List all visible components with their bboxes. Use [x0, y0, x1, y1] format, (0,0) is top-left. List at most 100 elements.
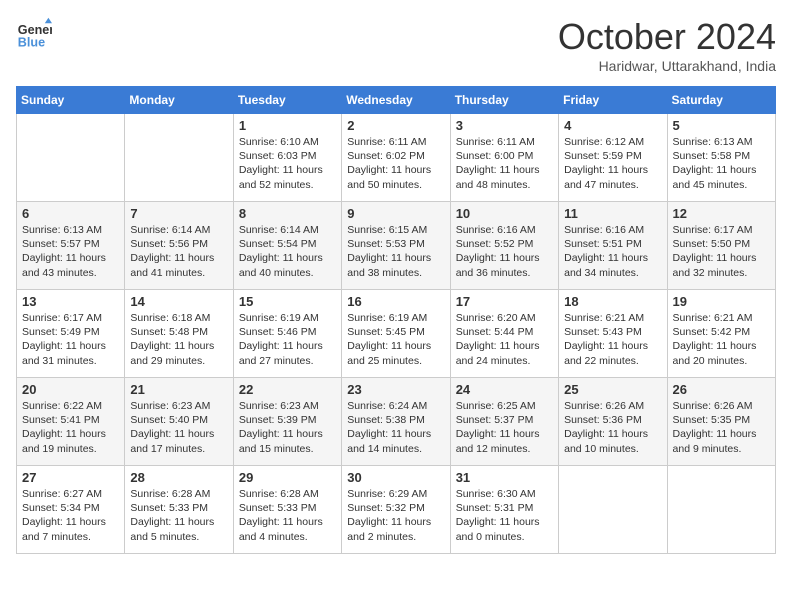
calendar-cell: 9 Sunrise: 6:15 AM Sunset: 5:53 PM Daylig…: [342, 202, 450, 290]
day-info: Sunrise: 6:23 AM Sunset: 5:40 PM Dayligh…: [130, 399, 227, 456]
title-block: October 2024 Haridwar, Uttarakhand, Indi…: [558, 16, 776, 74]
day-number: 17: [456, 294, 553, 309]
day-number: 22: [239, 382, 336, 397]
day-number: 7: [130, 206, 227, 221]
calendar-cell: 28 Sunrise: 6:28 AM Sunset: 5:33 PM Dayli…: [125, 466, 233, 554]
day-number: 3: [456, 118, 553, 133]
calendar-cell: 27Sunrise: 6:27 AM Sunset: 5:34 PM Dayli…: [17, 466, 125, 554]
day-number: 27: [22, 470, 119, 485]
svg-text:Blue: Blue: [18, 36, 45, 50]
day-info: Sunrise: 6:26 AM Sunset: 5:36 PM Dayligh…: [564, 399, 661, 456]
weekday-header-wednesday: Wednesday: [342, 87, 450, 114]
day-info: Sunrise: 6:16 AM Sunset: 5:52 PM Dayligh…: [456, 223, 553, 280]
calendar-cell: 1 Sunrise: 6:10 AM Sunset: 6:03 PM Daylig…: [233, 114, 341, 202]
day-info: Sunrise: 6:10 AM Sunset: 6:03 PM Dayligh…: [239, 135, 336, 192]
calendar-cell: 5Sunrise: 6:13 AM Sunset: 5:58 PM Daylig…: [667, 114, 775, 202]
day-number: 30: [347, 470, 444, 485]
day-info: Sunrise: 6:14 AM Sunset: 5:56 PM Dayligh…: [130, 223, 227, 280]
calendar-week-2: 6Sunrise: 6:13 AM Sunset: 5:57 PM Daylig…: [17, 202, 776, 290]
day-number: 21: [130, 382, 227, 397]
day-number: 5: [673, 118, 770, 133]
day-number: 20: [22, 382, 119, 397]
day-info: Sunrise: 6:11 AM Sunset: 6:00 PM Dayligh…: [456, 135, 553, 192]
calendar-cell: 8Sunrise: 6:14 AM Sunset: 5:54 PM Daylig…: [233, 202, 341, 290]
calendar-cell: 23 Sunrise: 6:24 AM Sunset: 5:38 PM Dayli…: [342, 378, 450, 466]
day-number: 14: [130, 294, 227, 309]
calendar-cell: 26 Sunrise: 6:26 AM Sunset: 5:35 PM Dayli…: [667, 378, 775, 466]
weekday-header-saturday: Saturday: [667, 87, 775, 114]
weekday-header-friday: Friday: [559, 87, 667, 114]
day-number: 16: [347, 294, 444, 309]
day-info: Sunrise: 6:25 AM Sunset: 5:37 PM Dayligh…: [456, 399, 553, 456]
day-info: Sunrise: 6:15 AM Sunset: 5:53 PM Dayligh…: [347, 223, 444, 280]
day-number: 11: [564, 206, 661, 221]
calendar-cell: 12 Sunrise: 6:17 AM Sunset: 5:50 PM Dayli…: [667, 202, 775, 290]
day-info: Sunrise: 6:12 AM Sunset: 5:59 PM Dayligh…: [564, 135, 661, 192]
day-number: 31: [456, 470, 553, 485]
calendar-cell: 4 Sunrise: 6:12 AM Sunset: 5:59 PM Daylig…: [559, 114, 667, 202]
calendar-cell: [17, 114, 125, 202]
day-info: Sunrise: 6:29 AM Sunset: 5:32 PM Dayligh…: [347, 487, 444, 544]
calendar-cell: 31Sunrise: 6:30 AM Sunset: 5:31 PM Dayli…: [450, 466, 558, 554]
day-number: 26: [673, 382, 770, 397]
calendar-cell: 18 Sunrise: 6:21 AM Sunset: 5:43 PM Dayli…: [559, 290, 667, 378]
day-number: 1: [239, 118, 336, 133]
day-number: 13: [22, 294, 119, 309]
day-info: Sunrise: 6:18 AM Sunset: 5:48 PM Dayligh…: [130, 311, 227, 368]
calendar-week-4: 20 Sunrise: 6:22 AM Sunset: 5:41 PM Dayli…: [17, 378, 776, 466]
day-info: Sunrise: 6:23 AM Sunset: 5:39 PM Dayligh…: [239, 399, 336, 456]
day-info: Sunrise: 6:21 AM Sunset: 5:43 PM Dayligh…: [564, 311, 661, 368]
day-number: 12: [673, 206, 770, 221]
day-info: Sunrise: 6:24 AM Sunset: 5:38 PM Dayligh…: [347, 399, 444, 456]
day-info: Sunrise: 6:20 AM Sunset: 5:44 PM Dayligh…: [456, 311, 553, 368]
day-info: Sunrise: 6:28 AM Sunset: 5:33 PM Dayligh…: [239, 487, 336, 544]
calendar-cell: 30 Sunrise: 6:29 AM Sunset: 5:32 PM Dayli…: [342, 466, 450, 554]
day-number: 4: [564, 118, 661, 133]
logo: General Blue: [16, 16, 52, 52]
calendar-cell: 29Sunrise: 6:28 AM Sunset: 5:33 PM Dayli…: [233, 466, 341, 554]
calendar-cell: 7 Sunrise: 6:14 AM Sunset: 5:56 PM Daylig…: [125, 202, 233, 290]
month-title: October 2024: [558, 16, 776, 58]
day-number: 19: [673, 294, 770, 309]
calendar-cell: 13 Sunrise: 6:17 AM Sunset: 5:49 PM Dayli…: [17, 290, 125, 378]
day-info: Sunrise: 6:22 AM Sunset: 5:41 PM Dayligh…: [22, 399, 119, 456]
weekday-header-thursday: Thursday: [450, 87, 558, 114]
calendar-cell: 20 Sunrise: 6:22 AM Sunset: 5:41 PM Dayli…: [17, 378, 125, 466]
calendar-cell: [559, 466, 667, 554]
calendar-cell: 11 Sunrise: 6:16 AM Sunset: 5:51 PM Dayli…: [559, 202, 667, 290]
calendar-week-3: 13 Sunrise: 6:17 AM Sunset: 5:49 PM Dayli…: [17, 290, 776, 378]
calendar-cell: 22 Sunrise: 6:23 AM Sunset: 5:39 PM Dayli…: [233, 378, 341, 466]
calendar-cell: 24 Sunrise: 6:25 AM Sunset: 5:37 PM Dayli…: [450, 378, 558, 466]
day-info: Sunrise: 6:19 AM Sunset: 5:45 PM Dayligh…: [347, 311, 444, 368]
day-number: 9: [347, 206, 444, 221]
calendar-cell: 6Sunrise: 6:13 AM Sunset: 5:57 PM Daylig…: [17, 202, 125, 290]
day-info: Sunrise: 6:21 AM Sunset: 5:42 PM Dayligh…: [673, 311, 770, 368]
day-info: Sunrise: 6:17 AM Sunset: 5:50 PM Dayligh…: [673, 223, 770, 280]
location: Haridwar, Uttarakhand, India: [558, 58, 776, 74]
day-number: 18: [564, 294, 661, 309]
calendar-table: SundayMondayTuesdayWednesdayThursdayFrid…: [16, 86, 776, 554]
calendar-cell: [667, 466, 775, 554]
day-info: Sunrise: 6:16 AM Sunset: 5:51 PM Dayligh…: [564, 223, 661, 280]
calendar-week-1: 1 Sunrise: 6:10 AM Sunset: 6:03 PM Daylig…: [17, 114, 776, 202]
calendar-cell: 16 Sunrise: 6:19 AM Sunset: 5:45 PM Dayli…: [342, 290, 450, 378]
calendar-cell: 15 Sunrise: 6:19 AM Sunset: 5:46 PM Dayli…: [233, 290, 341, 378]
day-number: 15: [239, 294, 336, 309]
day-info: Sunrise: 6:17 AM Sunset: 5:49 PM Dayligh…: [22, 311, 119, 368]
weekday-header-tuesday: Tuesday: [233, 87, 341, 114]
weekday-header-sunday: Sunday: [17, 87, 125, 114]
calendar-cell: 14 Sunrise: 6:18 AM Sunset: 5:48 PM Dayli…: [125, 290, 233, 378]
day-info: Sunrise: 6:28 AM Sunset: 5:33 PM Dayligh…: [130, 487, 227, 544]
day-info: Sunrise: 6:26 AM Sunset: 5:35 PM Dayligh…: [673, 399, 770, 456]
day-number: 23: [347, 382, 444, 397]
calendar-cell: 19 Sunrise: 6:21 AM Sunset: 5:42 PM Dayli…: [667, 290, 775, 378]
calendar-cell: 25 Sunrise: 6:26 AM Sunset: 5:36 PM Dayli…: [559, 378, 667, 466]
calendar-cell: 21 Sunrise: 6:23 AM Sunset: 5:40 PM Dayli…: [125, 378, 233, 466]
calendar-cell: 3 Sunrise: 6:11 AM Sunset: 6:00 PM Daylig…: [450, 114, 558, 202]
day-info: Sunrise: 6:19 AM Sunset: 5:46 PM Dayligh…: [239, 311, 336, 368]
day-number: 8: [239, 206, 336, 221]
day-number: 28: [130, 470, 227, 485]
day-number: 24: [456, 382, 553, 397]
day-number: 25: [564, 382, 661, 397]
logo-icon: General Blue: [16, 16, 52, 52]
